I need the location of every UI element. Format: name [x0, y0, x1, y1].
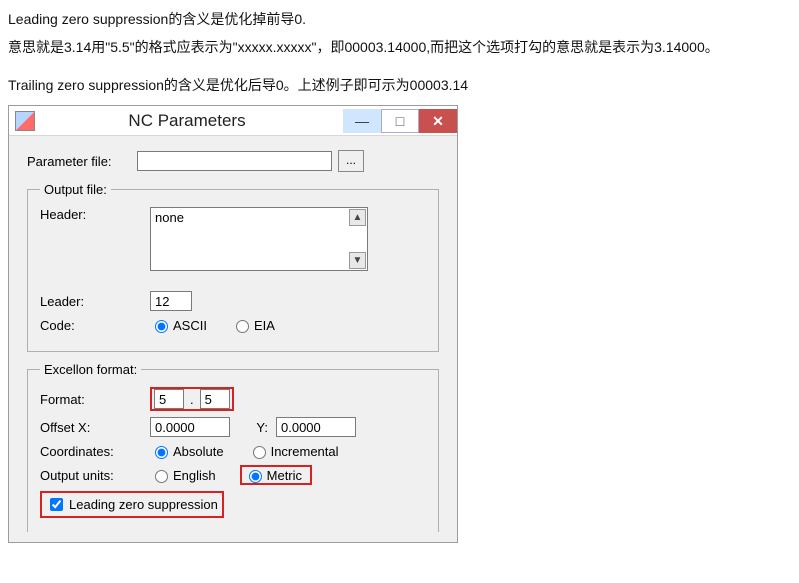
- units-english-text: English: [173, 468, 216, 483]
- offsety-input[interactable]: [276, 417, 356, 437]
- format-dot: .: [190, 392, 194, 407]
- format-dec-input[interactable]: [200, 389, 230, 409]
- desc-line1: Leading zero suppression的含义是优化掉前导0.: [8, 8, 791, 32]
- coords-absolute-text: Absolute: [173, 444, 224, 459]
- offsety-label: Y:: [230, 420, 276, 435]
- output-file-group: Output file: Header: none ▲ ▼ Leader: Co…: [27, 182, 439, 352]
- code-ascii-text: ASCII: [173, 318, 207, 333]
- minimize-button[interactable]: —: [343, 109, 381, 133]
- parameter-file-input[interactable]: [137, 151, 332, 171]
- units-metric-text: Metric: [267, 468, 302, 483]
- offsetx-input[interactable]: [150, 417, 230, 437]
- description-block: Leading zero suppression的含义是优化掉前导0. 意思就是…: [8, 8, 791, 97]
- lzs-input[interactable]: [50, 498, 63, 511]
- offsetx-label: Offset X:: [40, 420, 150, 435]
- close-button[interactable]: ✕: [419, 109, 457, 133]
- format-int-input[interactable]: [154, 389, 184, 409]
- format-label: Format:: [40, 392, 150, 407]
- nc-parameters-window: NC Parameters — □ ✕ Parameter file: ... …: [8, 105, 458, 543]
- output-file-legend: Output file:: [40, 182, 111, 197]
- browse-button[interactable]: ...: [338, 150, 364, 172]
- units-english-radio[interactable]: English: [150, 467, 216, 483]
- excellon-group: Excellon format: Format: . Offset X: Y: …: [27, 362, 439, 532]
- leader-label: Leader:: [40, 294, 150, 309]
- lzs-highlight: Leading zero suppression: [40, 491, 224, 518]
- maximize-button[interactable]: □: [381, 109, 419, 133]
- excellon-legend: Excellon format:: [40, 362, 141, 377]
- lzs-text: Leading zero suppression: [69, 497, 218, 512]
- scroll-up-icon[interactable]: ▲: [349, 209, 366, 226]
- code-eia-radio[interactable]: EIA: [231, 317, 275, 333]
- code-ascii-radio[interactable]: ASCII: [150, 317, 207, 333]
- code-eia-text: EIA: [254, 318, 275, 333]
- leader-input[interactable]: [150, 291, 192, 311]
- coords-incremental-input[interactable]: [253, 446, 266, 459]
- coords-absolute-radio[interactable]: Absolute: [150, 443, 224, 459]
- scroll-down-icon[interactable]: ▼: [349, 252, 366, 269]
- window-title: NC Parameters: [41, 111, 343, 131]
- leading-zero-suppression-checkbox[interactable]: Leading zero suppression: [46, 495, 218, 514]
- coords-incremental-text: Incremental: [271, 444, 339, 459]
- client-area: Parameter file: ... Output file: Header:…: [9, 136, 457, 542]
- header-label: Header:: [40, 207, 150, 222]
- titlebar: NC Parameters — □ ✕: [9, 106, 457, 136]
- coords-incremental-radio[interactable]: Incremental: [248, 443, 339, 459]
- coords-absolute-input[interactable]: [155, 446, 168, 459]
- code-label: Code:: [40, 318, 150, 333]
- code-ascii-input[interactable]: [155, 320, 168, 333]
- app-icon: [15, 111, 35, 131]
- units-english-input[interactable]: [155, 470, 168, 483]
- coords-label: Coordinates:: [40, 444, 150, 459]
- desc-line2: 意思就是3.14用"5.5"的格式应表示为"xxxxx.xxxxx"，即0000…: [8, 36, 791, 60]
- units-metric-radio[interactable]: Metric: [244, 467, 302, 483]
- header-value: none: [155, 210, 184, 225]
- units-label: Output units:: [40, 468, 150, 483]
- format-highlight: .: [150, 387, 234, 411]
- code-eia-input[interactable]: [236, 320, 249, 333]
- header-textarea[interactable]: none ▲ ▼: [150, 207, 368, 271]
- units-metric-highlight: Metric: [240, 465, 312, 485]
- parameter-file-label: Parameter file:: [27, 154, 137, 169]
- desc-line3: Trailing zero suppression的含义是优化后导0。上述例子即…: [8, 74, 791, 98]
- units-metric-input[interactable]: [249, 470, 262, 483]
